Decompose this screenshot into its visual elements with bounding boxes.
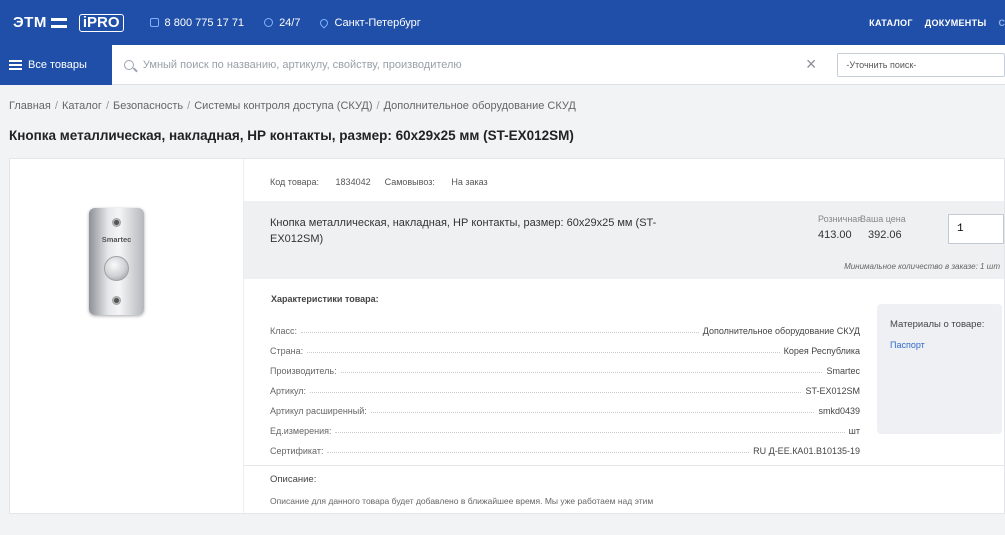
screw-icon — [112, 296, 121, 305]
min-quantity-note: Минимальное количество в заказе: 1 шт — [844, 262, 1000, 271]
refine-search-select[interactable]: -Уточнить поиск- — [837, 52, 1005, 77]
menu-icon — [9, 59, 22, 70]
product-photo: Smartec — [89, 208, 144, 315]
pickup-status: Самовывоз: На заказ — [384, 177, 488, 187]
breadcrumb-item[interactable]: Дополнительное оборудование СКУД — [384, 100, 576, 112]
etm-logo-icon — [50, 17, 67, 28]
breadcrumb-item[interactable]: Безопасность — [113, 100, 183, 112]
characteristic-row: Производитель: Smartec — [270, 366, 860, 376]
your-price-label: Ваша цена — [860, 214, 906, 224]
materials-box: Материалы о товаре: Паспорт — [877, 304, 1002, 434]
device-brand-label: Smartec — [101, 235, 132, 244]
all-goods-label: Все товары — [28, 58, 87, 71]
characteristic-row: Ед.измерения: шт — [270, 426, 860, 436]
passport-link[interactable]: Паспорт — [890, 340, 1002, 350]
characteristics-list: Класс: Дополнительное оборудование СКУД С… — [270, 316, 860, 456]
description-title: Описание: — [270, 474, 317, 485]
phone-link[interactable]: 8 800 775 17 71 — [149, 16, 245, 29]
clear-search-icon[interactable]: × — [802, 54, 821, 75]
top-bar: ЭТМ iPRO 8 800 775 17 71 24/7 Санкт-Пете… — [0, 0, 1005, 45]
price-panel-title: Кнопка металлическая, накладная, НР конт… — [270, 217, 657, 245]
top-nav: КАТАЛОГ ДОКУМЕНТЫ СМ — [857, 0, 1005, 45]
screw-icon — [112, 218, 121, 227]
description-text: Описание для данного товара будет добавл… — [270, 496, 654, 506]
search-icon — [123, 59, 134, 70]
characteristics-title: Характеристики товара: — [271, 294, 379, 304]
ipro-logo[interactable]: iPRO — [78, 13, 124, 32]
characteristic-row: Класс: Дополнительное оборудование СКУД — [270, 326, 860, 336]
breadcrumb-item[interactable]: Системы контроля доступа (СКУД) — [194, 100, 372, 112]
search-input[interactable] — [142, 58, 783, 71]
breadcrumb: Главная / Каталог / Безопасность / Системы кон… — [9, 100, 576, 112]
search-bar: Все товары × -Уточнить поиск- — [0, 44, 1005, 85]
description-block: Описание: Описание для данного товара бу… — [244, 465, 1004, 515]
city-name: Санкт-Петербург — [334, 16, 421, 29]
device-button-icon — [104, 256, 129, 281]
search-field — [112, 45, 802, 85]
breadcrumb-item[interactable]: Каталог — [62, 100, 102, 112]
etm-logo[interactable]: ЭТМ — [13, 14, 67, 31]
support-hours-text: 24/7 — [279, 16, 301, 29]
page-title: Кнопка металлическая, накладная, НР конт… — [9, 128, 574, 143]
characteristic-row: Сертификат: RU Д-ЕЕ.КА01.В10135-19 — [270, 446, 860, 456]
retail-price: 413.00 — [818, 229, 852, 241]
characteristic-row: Страна: Корея Республика — [270, 346, 860, 356]
characteristic-row: Артикул: ST-EX012SM — [270, 386, 860, 396]
quantity-input[interactable] — [948, 214, 1004, 244]
price-panel: Кнопка металлическая, накладная, НР конт… — [244, 201, 1004, 279]
product-code: Код товара: 1834042 — [270, 177, 371, 187]
clock-icon — [264, 18, 274, 27]
materials-title: Материалы о товаре: — [890, 319, 985, 330]
product-card: Smartec Код товара: 1834042 Самовывоз: На… — [9, 158, 1005, 515]
support-hours: 24/7 — [264, 17, 300, 29]
product-image[interactable]: Smartec — [10, 159, 244, 515]
phone-number: 8 800 775 17 71 — [164, 16, 245, 29]
characteristic-row: Артикул расширенный: smkd0439 — [270, 406, 860, 416]
nav-more[interactable]: СМ — [999, 18, 1005, 28]
nav-catalog[interactable]: КАТАЛОГ — [869, 18, 913, 28]
etm-logo-text: ЭТМ — [13, 14, 47, 31]
nav-documents[interactable]: ДОКУМЕНТЫ — [925, 18, 987, 28]
retail-price-label: Розничная — [818, 214, 863, 224]
phone-icon — [149, 18, 159, 27]
all-goods-button[interactable]: Все товары — [0, 44, 112, 85]
breadcrumb-item[interactable]: Главная — [9, 100, 51, 112]
product-meta: Код товара: 1834042 Самовывоз: На заказ — [270, 177, 488, 187]
location-pin-icon — [318, 16, 331, 29]
your-price: 392.06 — [868, 229, 902, 241]
city-selector[interactable]: Санкт-Петербург — [318, 16, 421, 29]
